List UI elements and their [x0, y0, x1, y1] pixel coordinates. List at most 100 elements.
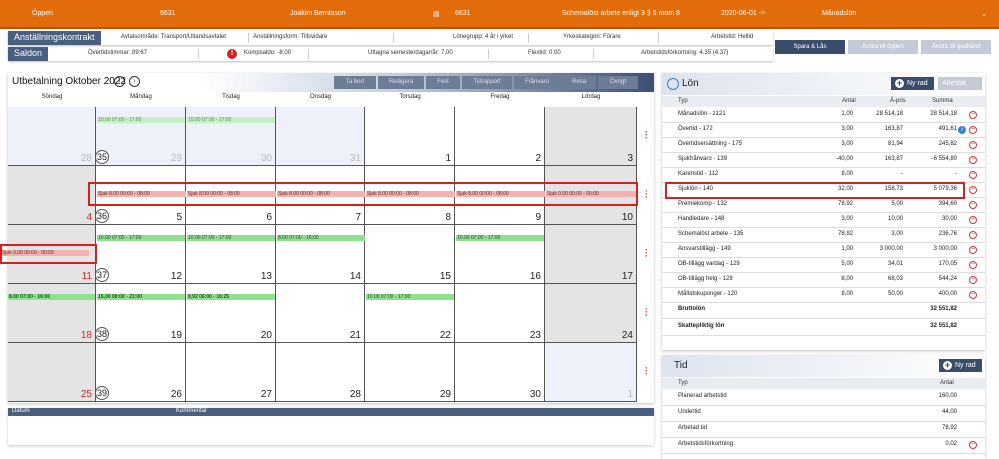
tid-table-row[interactable]: Arbetad tid 78,92 [662, 422, 985, 438]
remove-icon[interactable]: − [969, 291, 977, 299]
calendar-day-cell[interactable]: 1 [545, 343, 637, 402]
row-menu-icon[interactable]: · · · [645, 246, 649, 261]
lon-table-row[interactable]: OB-tillägg vardag - 129 5,00 34,01 170,05 − [662, 258, 985, 273]
info-icon[interactable]: i [958, 126, 966, 134]
calendar-day-cell[interactable]: 15 [365, 225, 455, 284]
skattepliktig-row: Skattepliktig lön 32 551,82 [662, 320, 985, 336]
remove-icon[interactable]: − [969, 141, 977, 149]
calendar-day-cell[interactable]: 28 [8, 107, 96, 166]
tid-table-row[interactable]: Arbetstidsförkortning 0,02 − [662, 438, 985, 454]
calendar-day-cell[interactable]: 14 [276, 225, 365, 284]
remove-icon[interactable]: − [969, 111, 977, 119]
redigera-button[interactable]: Redigera [378, 76, 424, 89]
tidrapport-button[interactable]: Tidrapport [462, 76, 512, 89]
calendar-day-cell[interactable]: 18 [8, 284, 96, 343]
calendar-entry[interactable]: 10.00 07:00 - 17:00 [456, 235, 544, 241]
calendar-day-cell[interactable]: 30 [455, 343, 545, 402]
row-menu-icon[interactable]: · · · [645, 364, 649, 379]
remove-icon[interactable]: − [969, 231, 977, 239]
ta-bort-button[interactable]: Ta bort [334, 76, 376, 89]
calendar-day-cell[interactable]: 13 [186, 225, 276, 284]
remove-icon[interactable]: − [969, 276, 977, 284]
lon-title: Lön [682, 78, 699, 89]
remove-icon[interactable]: − [969, 186, 977, 194]
lon-table-row[interactable]: Övertid - 172 3,00 163,87 491,61 i − [662, 123, 985, 138]
lon-table-row[interactable]: Övertidsersättning - 175 3,00 81,94 245,82 − [662, 138, 985, 153]
andra-godkand-button[interactable]: Ändra till godkänd [921, 40, 991, 54]
franvaro-button[interactable]: Frånvaro [514, 76, 560, 89]
row-menu-icon[interactable]: · · · [645, 305, 649, 320]
lon-table-row[interactable]: Sjukfrånvaro - 139 -40,00 163,87 -6 554,80 − [662, 153, 985, 168]
calendar-day-cell[interactable]: 16 [455, 225, 545, 284]
fest-button[interactable]: Fest [426, 76, 460, 89]
row-menu-icon[interactable]: · · · [645, 128, 649, 143]
lon-table-row[interactable]: Månadslön - z121 1,00 28 514,18 28 514,18 − [662, 108, 985, 123]
calendar-entry[interactable]: 9,92 06:00 - 16:25 [187, 294, 275, 300]
calendar-day-cell[interactable]: 28 [276, 343, 365, 402]
calendar-day-cell[interactable]: 26 39 [95, 343, 186, 402]
tid-ny-rad-button[interactable]: + Ny rad [939, 359, 982, 372]
remove-icon[interactable]: − [969, 156, 977, 164]
row-apris: 5,00 [891, 201, 903, 207]
calendar-entry[interactable]: 15,00 08:00 - 23:00 [97, 294, 185, 300]
tid-header: Tid + Ny rad [662, 355, 985, 377]
andra-oppen-button[interactable]: Ändra till öppen [848, 40, 918, 54]
calendar-entry[interactable]: 10.00 07:00 - 17:00 [97, 117, 185, 123]
remove-icon[interactable]: − [969, 171, 977, 179]
remove-icon[interactable]: − [969, 246, 977, 254]
row-antal: 8,00 [841, 291, 853, 297]
calendar-day-cell[interactable]: 21 [276, 284, 365, 343]
calendar-entry[interactable]: 10.00 07:00 - 17:00 [187, 235, 275, 241]
resa-button[interactable]: Resa [562, 76, 596, 89]
lon-ny-rad-button[interactable]: + Ny rad [891, 77, 934, 90]
calendar-day-cell[interactable]: 4 [8, 166, 96, 225]
calendar-day-cell[interactable]: 3 [545, 107, 637, 166]
lon-table-row[interactable]: Premiekomp - 132 78,92 5,00 394,60 − [662, 198, 985, 213]
calendar-entry[interactable]: 10.00 07:00 - 17:00 [97, 235, 185, 241]
remove-icon[interactable]: − [969, 201, 977, 209]
row-antal: 1,00 [841, 246, 853, 252]
lon-table-row[interactable]: OB-tillägg helg - 128 8,00 68,03 544,24 − [662, 273, 985, 288]
calendar-day-cell[interactable]: 27 [186, 343, 276, 402]
tid-table-row[interactable]: Planerad arbetstid 160,00 [662, 390, 985, 406]
row-apris: 163,87 [884, 126, 903, 132]
lon-table-row[interactable]: Ansvarstillägg - 149 1,00 3 000,00 3 000,00… [662, 243, 985, 258]
calendar-day-cell[interactable]: 25 [8, 343, 96, 402]
spara-las-button[interactable]: Spara & Lås [775, 40, 845, 54]
calendar-day-cell[interactable]: 29 35 [95, 107, 186, 166]
calendar-entry[interactable]: 10.00 07:00 - 17:00 [366, 294, 454, 300]
col-typ: Typ [678, 380, 688, 386]
calendar-entry[interactable]: 10.00 07:00 - 17:00 [187, 117, 275, 123]
calendar-day-cell[interactable]: 17 [545, 225, 637, 284]
calendar-day-cell[interactable]: 2 [455, 107, 545, 166]
remove-icon[interactable]: − [969, 216, 977, 224]
contract-label[interactable]: Anställningskontrakt [8, 31, 101, 45]
lon-table-row[interactable]: Schemalöst arbete - 135 78,92 3,00 236,76 − [662, 228, 985, 243]
calendar-day-cell[interactable]: 30 [186, 107, 276, 166]
lon-table-row[interactable]: Handledare - 148 3,00 10,00 30,00 − [662, 213, 985, 228]
remove-icon[interactable]: − [969, 261, 977, 269]
attestat-button[interactable]: Attestat [938, 77, 982, 90]
calendar-day-cell[interactable]: 1 [365, 107, 455, 166]
calendar-entry[interactable]: 8.00 07:00 - 16:00 [8, 294, 95, 300]
ovrigt-button[interactable]: Övrigt [598, 76, 638, 89]
calendar-entry[interactable]: 8.00 07:00 - 16:00 [277, 235, 365, 241]
calendar-day-cell[interactable]: 24 [545, 284, 637, 343]
row-menu-icon[interactable]: · · · [645, 187, 649, 202]
next-month-icon[interactable]: › [129, 76, 140, 87]
calendar-day-cell[interactable]: 31 [276, 107, 365, 166]
calendar-day-cell[interactable]: 19 38 [95, 284, 186, 343]
saldon-label[interactable]: Saldon [8, 47, 48, 61]
lon-table-row[interactable]: Karenstid - 112 8,00 - - − [662, 168, 985, 183]
calendar-day-cell[interactable]: 23 [455, 284, 545, 343]
prev-month-icon[interactable]: ‹ [114, 76, 125, 87]
calendar-day-cell[interactable]: 12 37 [95, 225, 186, 284]
calendar-day-cell[interactable]: 22 [365, 284, 455, 343]
calendar-day-cell[interactable]: 20 [186, 284, 276, 343]
chevron-down-icon[interactable]: ⌄ [981, 10, 987, 18]
calendar-day-cell[interactable]: 29 [365, 343, 455, 402]
remove-icon[interactable]: − [969, 126, 977, 134]
remove-icon[interactable]: − [969, 441, 977, 449]
lon-table-row[interactable]: Måltidskuponger - 120 8,00 50,00 400,00 − [662, 288, 985, 303]
tid-table-row[interactable]: Undertid 44,00 [662, 406, 985, 422]
